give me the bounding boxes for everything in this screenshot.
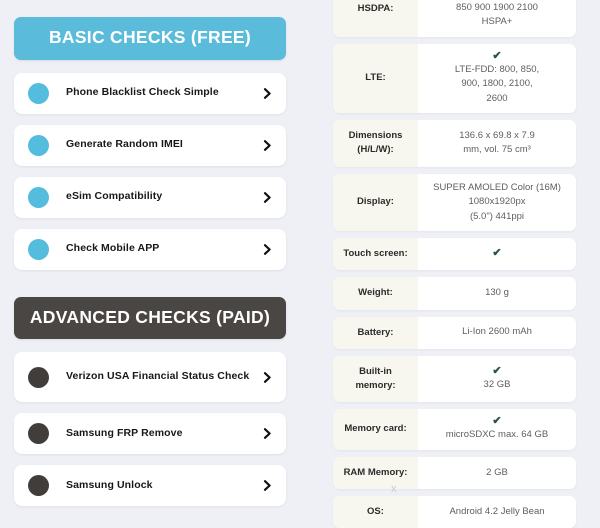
bullet-icon (28, 475, 49, 496)
spec-value: Li-Ion 2600 mAh (418, 316, 576, 349)
chevron-right-icon[interactable] (260, 480, 274, 491)
spec-value-line: 136.6 x 69.8 x 7.9 (459, 130, 535, 141)
spec-label: Weight: (333, 277, 418, 310)
bullet-icon (28, 238, 49, 260)
spec-value-line: microSDXC max. 64 GB (445, 429, 549, 441)
spec-row: HSDPA:✔850 900 1900 2100HSPA+ (333, 0, 576, 37)
checkmark-icon: ✔ (492, 49, 502, 62)
spec-label: RAM Memory: (333, 456, 418, 489)
spec-value: 2 GB (418, 456, 576, 489)
spec-value-line: LTE-FDD: 800, 850, (454, 63, 540, 75)
spec-value: ✔850 900 1900 2100HSPA+ (418, 0, 576, 37)
list-item-label: Phone Blacklist Check Simple (66, 86, 219, 99)
spec-label: LTE: (333, 43, 418, 114)
list-item[interactable]: Verizon USA Financial Status Check (14, 352, 286, 402)
list-item[interactable]: eSim Compatibility (14, 176, 286, 218)
list-item-label: Verizon USA Financial Status Check (66, 370, 250, 383)
list-item-label: Samsung FRP Remove (66, 426, 183, 439)
chevron-right-icon[interactable] (260, 371, 274, 383)
spec-value-line: mm, vol. 75 cm³ (463, 144, 531, 156)
spec-value-line: 900, 1800, 2100, (461, 78, 533, 90)
spec-value-line: Li-Ion 2600 mAh (462, 326, 532, 338)
checkmark-icon: ✔ (492, 415, 502, 428)
list-item-label: Samsung Unlock (66, 478, 153, 491)
close-icon[interactable]: x (391, 484, 397, 495)
spec-value-line: 2 GB (486, 466, 508, 478)
spec-value-line: SUPER AMOLED Color (16M) (433, 181, 561, 193)
bullet-icon (28, 82, 49, 104)
spec-row: Display: SUPER AMOLED Color (16M) 1080x192… (333, 173, 576, 231)
bullet-icon (28, 423, 49, 444)
spec-row: OS: Android 4.2 Jelly Bean (333, 495, 576, 528)
checks-list: Phone Blacklist Check Simple Generate Ran… (14, 72, 286, 270)
chevron-right-icon[interactable] (260, 87, 274, 99)
chevron-right-icon[interactable] (260, 243, 274, 255)
spec-value-line: 2600 (486, 92, 508, 104)
spec-row: Built-in memory: ✔ 32 GB (333, 355, 576, 403)
spec-label: OS: (333, 495, 418, 528)
spec-value: ✔ microSDXC max. 64 GB (418, 409, 576, 450)
section-header-paid: ADVANCED CHECKS (PAID) (14, 296, 286, 339)
checks-list: Verizon USA Financial Status Check Samsun… (14, 352, 286, 506)
list-item[interactable]: Samsung FRP Remove (14, 413, 286, 454)
spec-value-line: Android 4.2 Jelly Bean (449, 505, 545, 517)
spec-label: Display: (333, 173, 418, 231)
spec-label: Touch screen: (333, 238, 418, 271)
spec-value: 136.6 x 69.8 x 7.9 mm, vol. 75 cm³ (418, 120, 576, 167)
spec-value: ✔ LTE-FDD: 800, 850, 900, 1800, 2100, 2600 (418, 43, 576, 114)
chevron-right-icon[interactable] (260, 428, 274, 439)
spec-label: Dimensions (H/L/W): (333, 120, 418, 167)
spec-value: Android 4.2 Jelly Bean (418, 495, 576, 528)
spec-value-line: 1080x1920px (468, 196, 526, 208)
spec-row: Weight: 130 g (333, 277, 576, 310)
spec-row: RAM Memory: 2 GB (333, 456, 576, 489)
list-item[interactable]: Phone Blacklist Check Simple (14, 72, 286, 114)
device-spec-table: HSDPA:✔850 900 1900 2100HSPA+LTE:✔LTE-FD… (333, 0, 576, 528)
list-item-label: Check Mobile APP (66, 242, 160, 255)
spec-label: Built-in memory: (333, 355, 418, 403)
spec-label: Battery: (333, 316, 418, 349)
spec-row: Battery: Li-Ion 2600 mAh (333, 316, 576, 349)
spec-row: Dimensions (H/L/W): 136.6 x 69.8 x 7.9 mm,… (333, 120, 576, 167)
section-header-free: BASIC CHECKS (FREE) (14, 17, 286, 60)
list-item-label: Generate Random IMEI (66, 138, 183, 151)
checkmark-icon: ✔ (492, 364, 502, 377)
spec-value: ✔ (418, 238, 576, 271)
spec-value: ✔ 32 GB (418, 355, 576, 403)
list-item[interactable]: Check Mobile APP (14, 228, 286, 270)
chevron-right-icon[interactable] (260, 191, 274, 203)
checkmark-icon: ✔ (492, 247, 502, 260)
spec-value-line: 32 GB (483, 378, 511, 390)
checks-sidebar: BASIC CHECKS (FREE) Phone Blacklist Check… (0, 0, 300, 528)
spec-label: Memory card: (333, 409, 418, 450)
spec-row: Memory card: ✔ microSDXC max. 64 GB (333, 409, 576, 450)
spec-value: 130 g (418, 277, 576, 310)
bullet-icon (28, 134, 49, 156)
list-item-label: eSim Compatibility (66, 190, 163, 203)
list-item[interactable]: Samsung Unlock (14, 465, 286, 506)
bullet-icon (28, 186, 49, 208)
spec-row: Touch screen: ✔ (333, 238, 576, 271)
page-root: BASIC CHECKS (FREE) Phone Blacklist Check… (0, 0, 600, 528)
spec-value-line: 130 g (485, 287, 509, 299)
spec-row: LTE: ✔ LTE-FDD: 800, 850, 900, 1800, 2100, 2… (333, 43, 576, 114)
list-item[interactable]: Generate Random IMEI (14, 124, 286, 166)
spec-value: SUPER AMOLED Color (16M) 1080x1920px (5.0"… (418, 173, 576, 231)
spec-value-line: HSPA+ (481, 16, 513, 28)
spec-value-line: (5.0") 441ppi (469, 210, 525, 222)
spec-label: HSDPA: (333, 0, 418, 37)
device-specs-panel: HSDPA:✔850 900 1900 2100HSPA+LTE:✔LTE-FD… (300, 0, 600, 528)
bullet-icon (28, 366, 49, 388)
chevron-right-icon[interactable] (260, 139, 274, 151)
spec-value-line: 850 900 1900 2100 (456, 2, 538, 13)
